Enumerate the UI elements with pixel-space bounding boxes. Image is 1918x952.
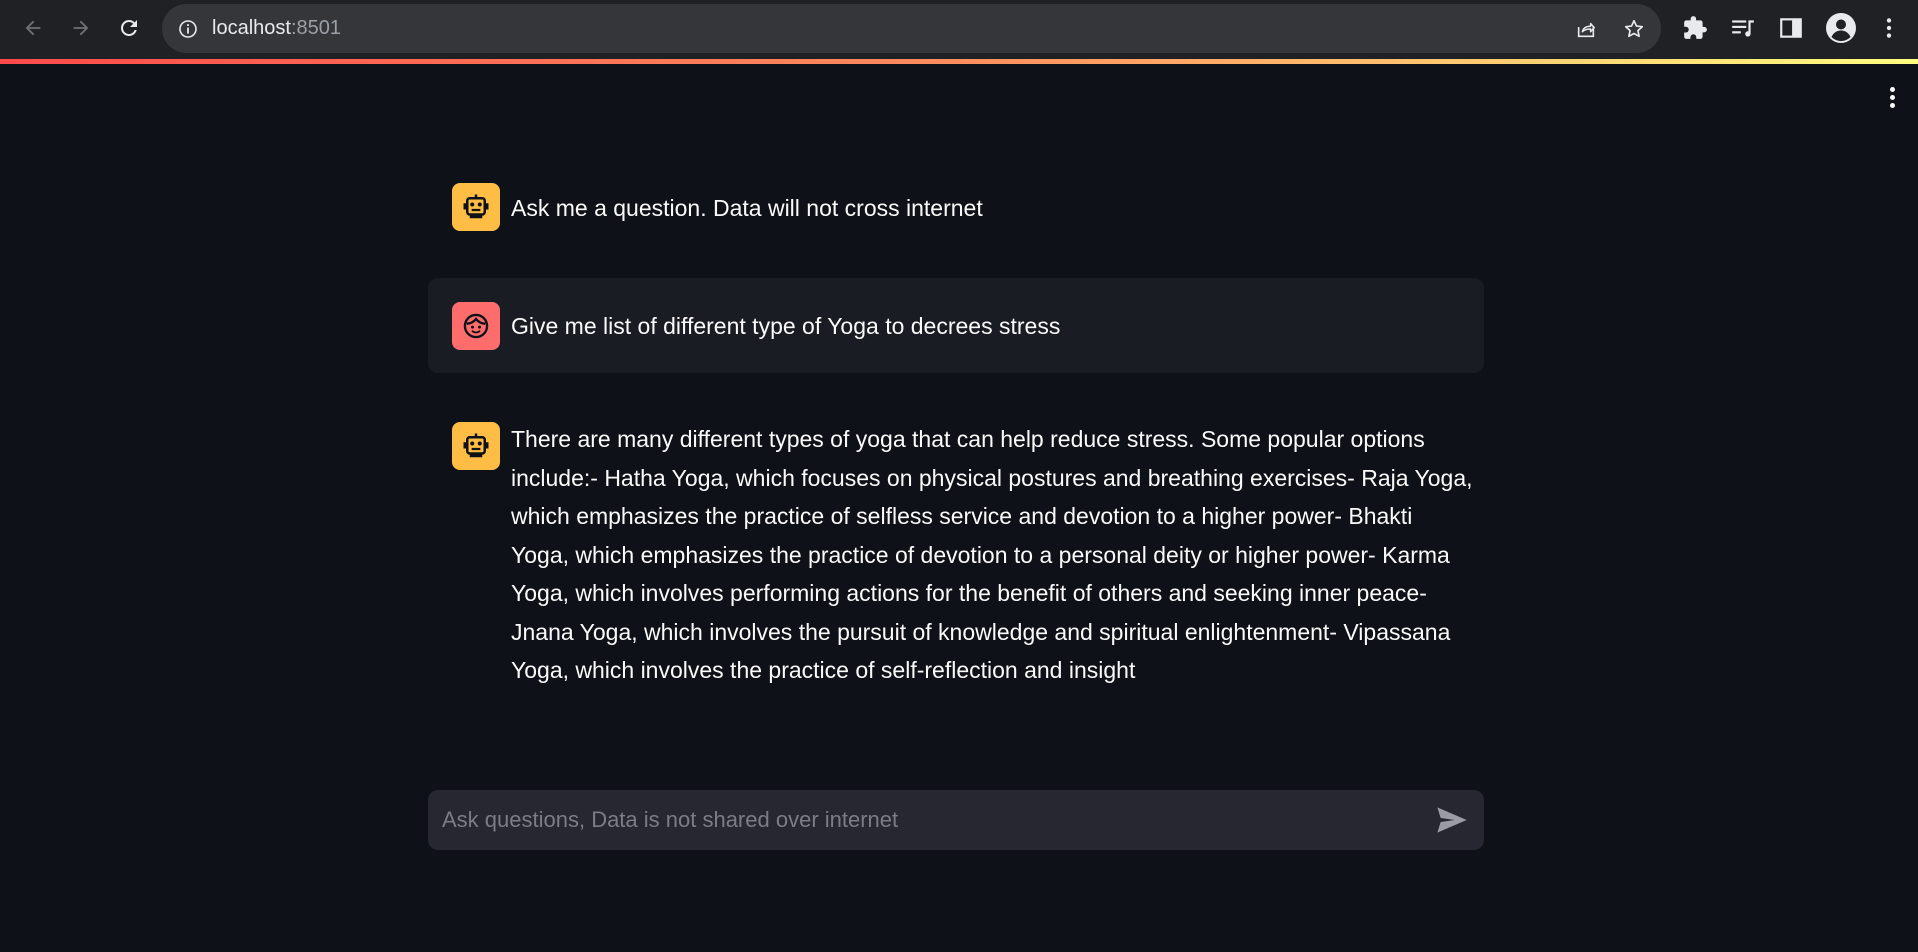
app-menu-kebab-icon[interactable] (1884, 84, 1900, 114)
site-info-icon[interactable] (178, 19, 198, 39)
send-button[interactable] (1436, 806, 1468, 834)
forward-button[interactable] (64, 11, 98, 45)
side-panel-icon[interactable] (1778, 15, 1804, 41)
media-queue-icon[interactable] (1730, 15, 1756, 41)
message-text: Give me list of different type of Yoga t… (511, 313, 1061, 339)
browser-menu-icon[interactable] (1876, 15, 1902, 41)
extensions-puzzle-icon[interactable] (1682, 15, 1708, 41)
url-port: :8501 (290, 17, 341, 39)
bookmark-star-icon[interactable] (1623, 18, 1645, 40)
url-host: localhost (212, 17, 291, 39)
chat-message-assistant: Ask me a question. Data will not cross i… (428, 174, 1484, 254)
reload-button[interactable] (112, 11, 146, 45)
forward-arrow-icon (73, 20, 89, 36)
robot-icon (452, 183, 500, 231)
chat-message-user: Give me list of different type of Yoga t… (428, 278, 1484, 373)
robot-icon (452, 422, 500, 470)
message-text: There are many different types of yoga t… (511, 426, 1473, 683)
message-text: Ask me a question. Data will not cross i… (511, 195, 983, 221)
share-icon[interactable] (1575, 18, 1597, 40)
app-main: Ask me a question. Data will not cross i… (0, 64, 1918, 952)
address-bar[interactable]: localhost:8501 (162, 4, 1661, 53)
url-text: localhost:8501 (212, 17, 341, 40)
chat-input-container (428, 790, 1484, 850)
back-arrow-icon (25, 20, 41, 36)
reload-icon (120, 19, 137, 36)
send-icon (1437, 807, 1467, 833)
back-button[interactable] (16, 11, 50, 45)
chat-message-assistant: There are many different types of yoga t… (428, 406, 1484, 686)
chat-input[interactable] (442, 790, 1402, 850)
browser-toolbar: localhost:8501 (0, 0, 1918, 59)
face-icon (452, 302, 500, 350)
profile-avatar-icon[interactable] (1826, 13, 1856, 43)
